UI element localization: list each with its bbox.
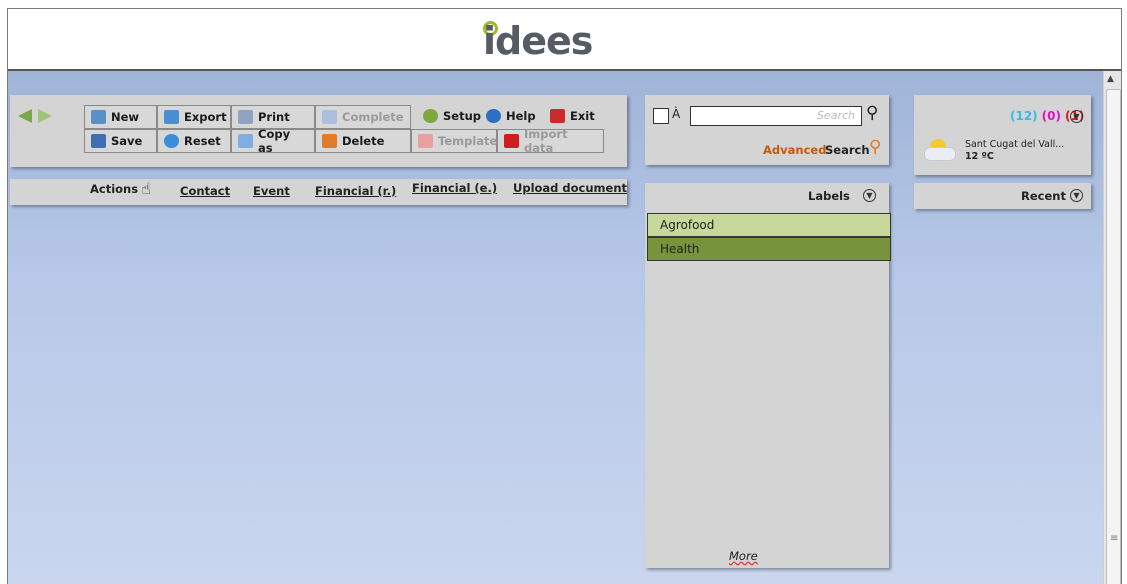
scroll-thumb[interactable]: ≡ <box>1106 89 1121 584</box>
copy-as-button[interactable]: Copy as <box>231 127 315 155</box>
actions-bar: Actions ☝ Contact Event Financial (r.) F… <box>10 179 627 205</box>
search-link[interactable]: Search <box>825 143 870 157</box>
toolbar: New Export Print Complete Setup Help Exi… <box>10 95 627 167</box>
template-button[interactable]: Template <box>411 129 497 153</box>
forward-arrow-icon[interactable] <box>38 109 52 123</box>
import-data-button[interactable]: Import data <box>497 127 604 155</box>
export-icon <box>164 110 179 124</box>
label-item[interactable]: Agrofood <box>647 213 891 237</box>
grip-icon: ≡ <box>1110 533 1119 544</box>
weather-location: Sant Cugat del Vall... <box>965 139 1065 150</box>
import-icon <box>504 134 519 148</box>
more-link[interactable]: More <box>729 549 758 563</box>
weather-panel: (12) (0) (1) ▼ Sant Cugat del Vall... 12… <box>914 95 1091 175</box>
search-checkbox[interactable] <box>653 108 669 124</box>
reset-button[interactable]: Reset <box>157 129 231 153</box>
search-panel: À Search ⚲ Advanced Search ⚲ <box>645 95 889 165</box>
advanced-search-label[interactable]: Advanced <box>763 143 826 157</box>
new-button[interactable]: New <box>84 105 157 129</box>
app-header: idees <box>8 9 1121 71</box>
counter-pending: (0) <box>1041 109 1061 123</box>
link-financial-r[interactable]: Financial (r.) <box>315 184 396 198</box>
labels-panel: Labels ▼ Agrofood Health More <box>645 183 891 568</box>
export-button[interactable]: Export <box>157 105 231 129</box>
new-icon <box>91 110 106 124</box>
copy-icon <box>238 134 253 148</box>
save-icon <box>91 134 106 148</box>
link-upload-document[interactable]: Upload document <box>513 181 627 195</box>
back-arrow-icon[interactable] <box>18 109 32 123</box>
recent-dropdown-icon[interactable]: ▼ <box>1070 189 1083 202</box>
main-content: New Export Print Complete Setup Help Exi… <box>8 71 1103 584</box>
app-window: idees New Export Print Complete Setup He… <box>7 8 1122 584</box>
calendar-icon <box>322 110 337 124</box>
history-nav <box>18 109 52 123</box>
actions-menu[interactable]: Actions ☝ <box>90 179 151 198</box>
notifications-dropdown-icon[interactable]: ▼ <box>1070 110 1083 123</box>
search-icon[interactable]: ⚲ <box>866 103 878 123</box>
counter-unread: (12) <box>1010 109 1038 123</box>
template-icon <box>418 134 433 148</box>
scroll-up-arrow-icon[interactable]: ▲ <box>1107 74 1114 84</box>
advanced-search-icon[interactable]: ⚲ <box>869 137 881 157</box>
checkbox-label: À <box>672 107 681 121</box>
labels-header: Labels <box>808 189 850 203</box>
delete-button[interactable]: Delete <box>315 129 411 153</box>
complete-button[interactable]: Complete <box>315 105 411 129</box>
gear-icon <box>423 109 438 123</box>
recent-header: Recent <box>1021 189 1066 203</box>
help-button[interactable]: Help <box>480 104 542 128</box>
weather-temperature: 12 ºC <box>965 151 994 162</box>
delete-icon <box>322 134 337 148</box>
print-icon <box>238 110 253 124</box>
recent-panel: Recent ▼ <box>914 183 1091 209</box>
link-contact[interactable]: Contact <box>180 184 230 198</box>
print-button[interactable]: Print <box>231 105 315 129</box>
link-event[interactable]: Event <box>253 184 290 198</box>
partly-cloudy-icon <box>924 139 956 161</box>
save-button[interactable]: Save <box>84 129 157 153</box>
setup-button[interactable]: Setup <box>417 104 487 128</box>
vertical-scrollbar[interactable]: ▲ ≡ <box>1103 71 1121 584</box>
label-item[interactable]: Health <box>647 237 891 261</box>
search-input[interactable]: Search <box>690 106 862 126</box>
exit-button[interactable]: Exit <box>544 104 601 128</box>
labels-dropdown-icon[interactable]: ▼ <box>863 189 876 202</box>
help-icon <box>486 109 501 123</box>
hand-pointer-icon: ☝ <box>141 179 151 198</box>
undo-icon <box>164 134 179 148</box>
exit-icon <box>550 109 565 123</box>
link-financial-e[interactable]: Financial (e.) <box>412 181 497 195</box>
